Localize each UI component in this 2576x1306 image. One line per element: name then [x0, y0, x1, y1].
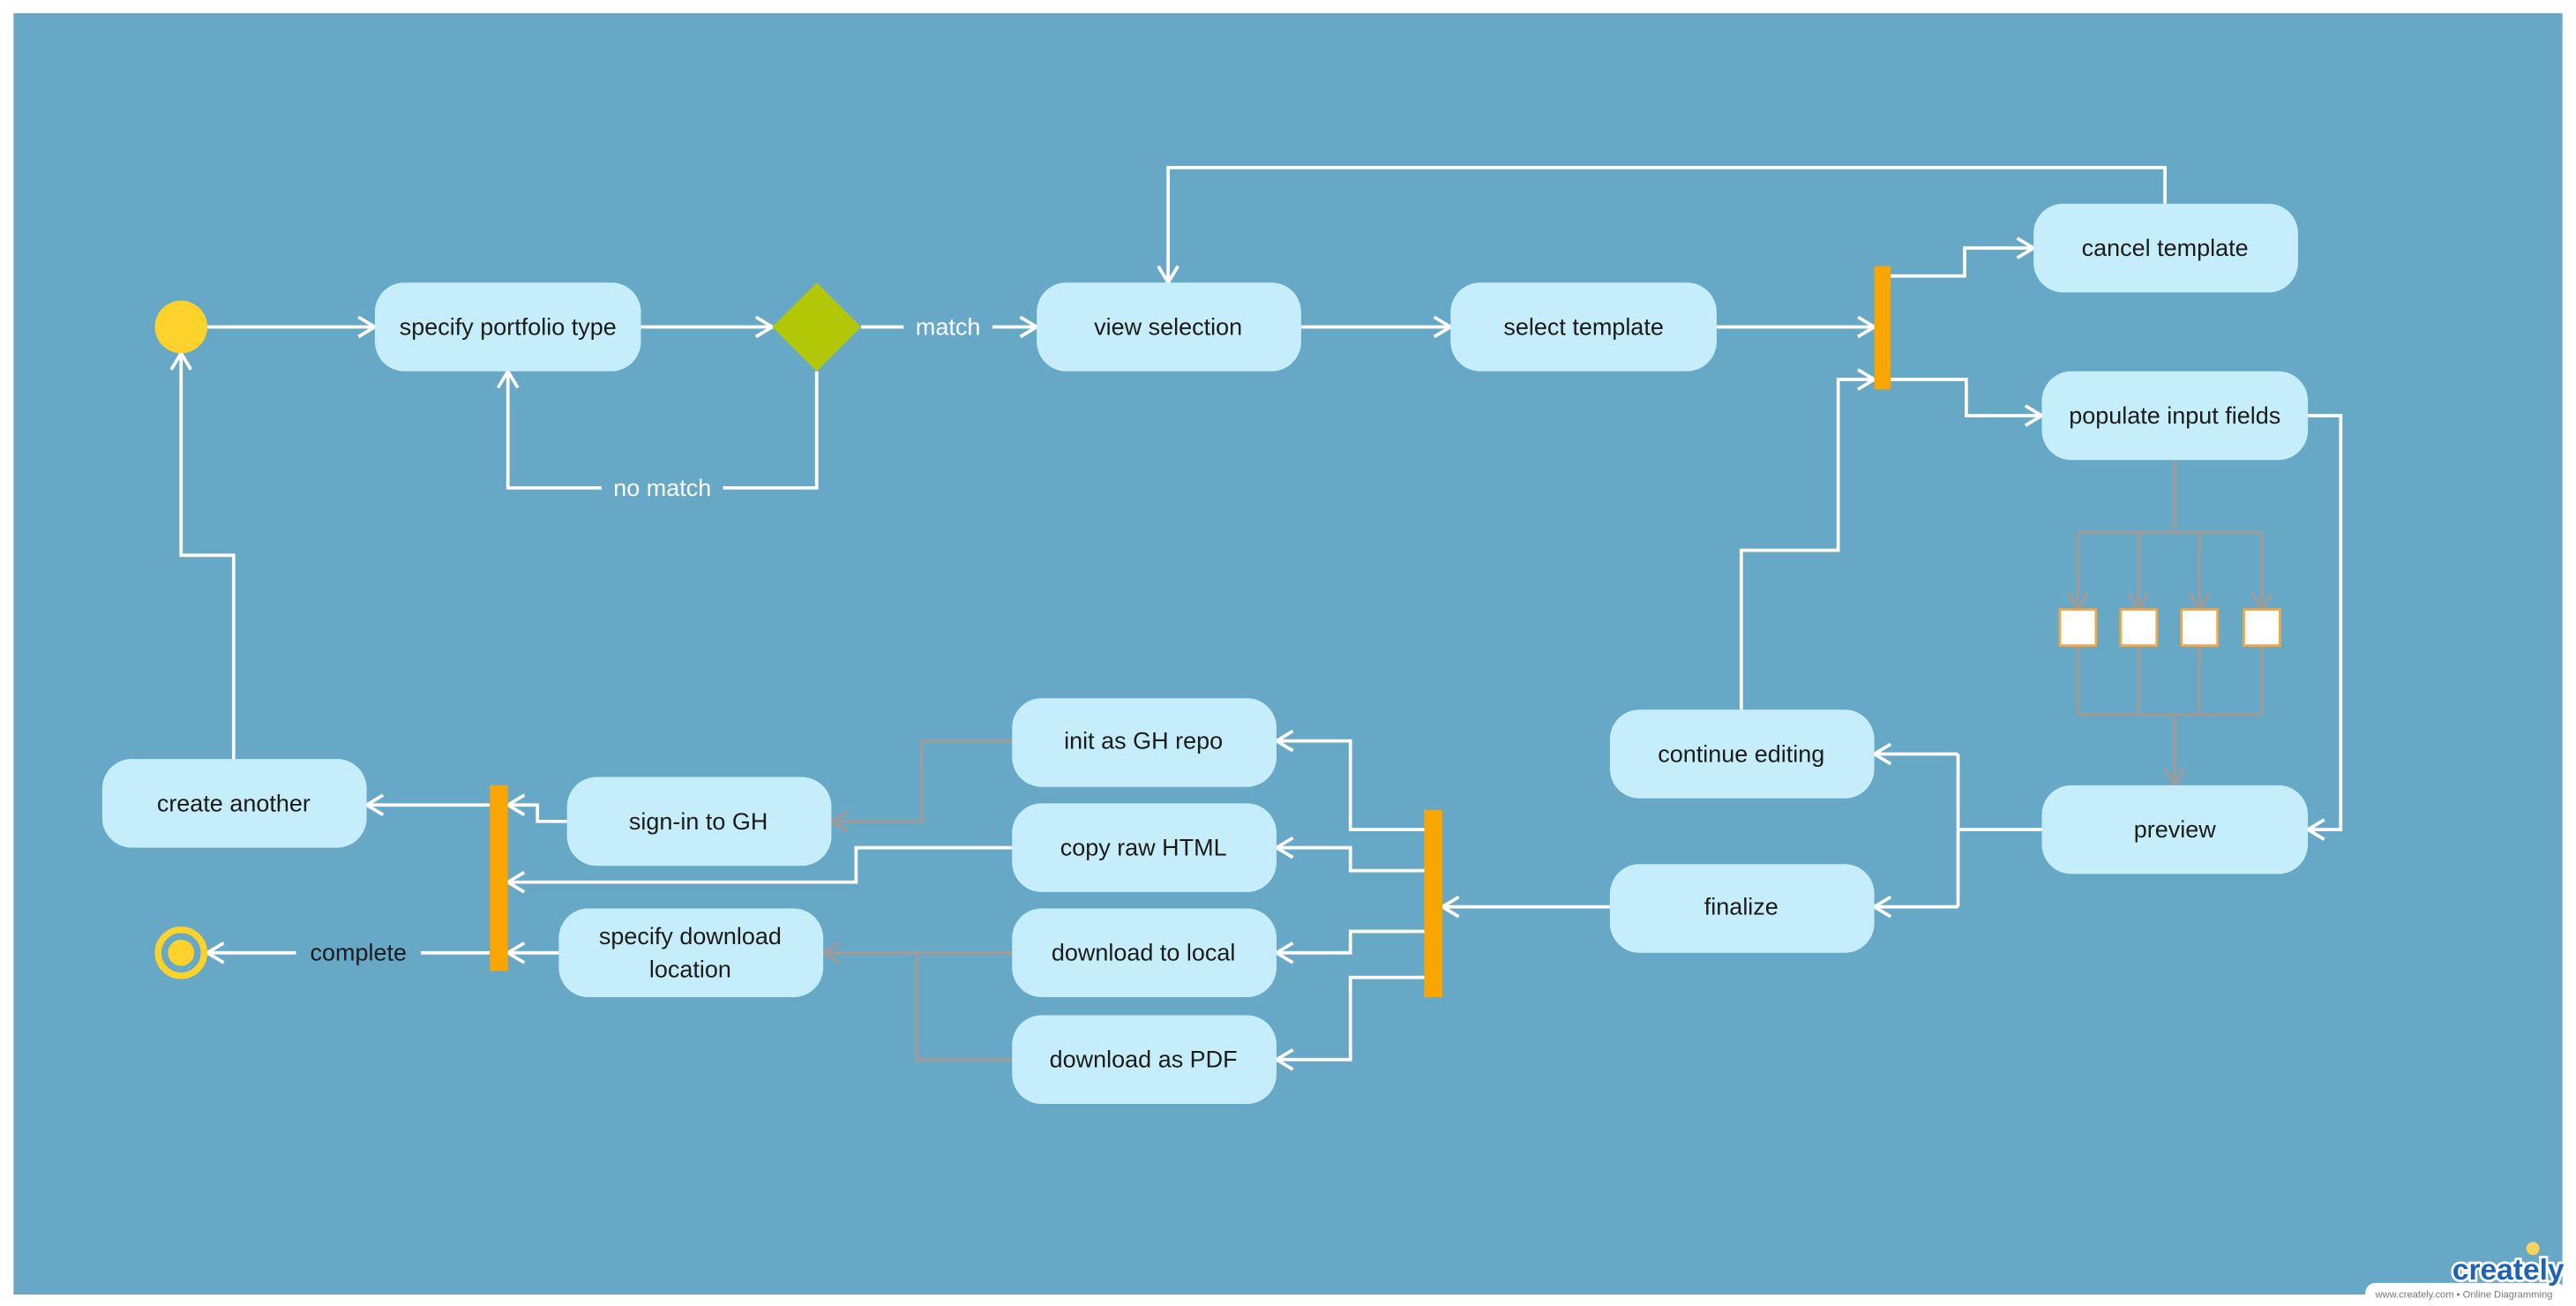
activity-label: sign-in to GH	[629, 808, 768, 835]
activity-label: view selection	[1094, 313, 1242, 340]
activity-sign-in-gh[interactable]: sign-in to GH	[566, 777, 832, 867]
activity-copy-raw-html[interactable]: copy raw HTML	[1012, 803, 1277, 892]
activity-download-as-pdf[interactable]: download as PDF	[1012, 1015, 1277, 1105]
activity-label: init as GH repo	[1064, 728, 1223, 754]
activity-label: copy raw HTML	[1060, 835, 1227, 861]
activity-label: download as PDF	[1050, 1047, 1238, 1073]
activity-init-gh-repo[interactable]: init as GH repo	[1012, 698, 1277, 787]
activity-specify-portfolio-type[interactable]: specify portfolio type	[374, 282, 641, 372]
activity-label: create another	[157, 790, 311, 816]
parallel-task	[2243, 608, 2281, 648]
lightbulb-icon	[2526, 1242, 2540, 1256]
activity-label: finalize	[1704, 894, 1778, 920]
edge-label-complete: complete	[311, 940, 408, 966]
activity-label: preview	[2134, 816, 2216, 843]
edge-label-match: match	[916, 313, 980, 340]
activity-label: specify portfolio type	[400, 313, 617, 340]
parallel-task	[2119, 608, 2159, 648]
activity-label: select template	[1503, 313, 1664, 340]
activity-label: download to local	[1052, 940, 1236, 966]
fork-bar-finalize	[1424, 809, 1442, 998]
activity-label: location	[649, 956, 731, 982]
join-bar-output	[490, 784, 508, 972]
activity-label: specify download	[599, 923, 782, 949]
activity-specify-download-location[interactable]: specify download location	[558, 908, 824, 998]
activity-label: cancel template	[2082, 235, 2249, 261]
activity-finalize[interactable]: finalize	[1609, 864, 1875, 953]
activity-download-to-local[interactable]: download to local	[1012, 908, 1277, 998]
activity-diagram: match no match complete specify portfoli…	[13, 12, 2567, 1303]
activity-preview[interactable]: preview	[2041, 784, 2309, 874]
activity-continue-editing[interactable]: continue editing	[1609, 709, 1875, 799]
activity-view-selection[interactable]: view selection	[1037, 282, 1301, 372]
activity-create-another[interactable]: create another	[101, 759, 367, 848]
activity-select-template[interactable]: select template	[1450, 282, 1717, 372]
parallel-task	[2058, 608, 2098, 648]
parallel-task	[2180, 608, 2220, 648]
edge-label-no-match: no match	[613, 475, 711, 501]
fork-bar-template	[1874, 266, 1891, 390]
watermark-tagline: www.creately.com • Online Diagramming	[2375, 1290, 2553, 1301]
activity-populate-input-fields[interactable]: populate input fields	[2041, 371, 2309, 461]
activity-label: populate input fields	[2069, 402, 2280, 429]
activity-label: continue editing	[1658, 740, 1824, 767]
watermark-logo: creately	[2452, 1254, 2565, 1287]
activity-cancel-template[interactable]: cancel template	[2033, 203, 2298, 293]
start-node	[154, 300, 208, 354]
